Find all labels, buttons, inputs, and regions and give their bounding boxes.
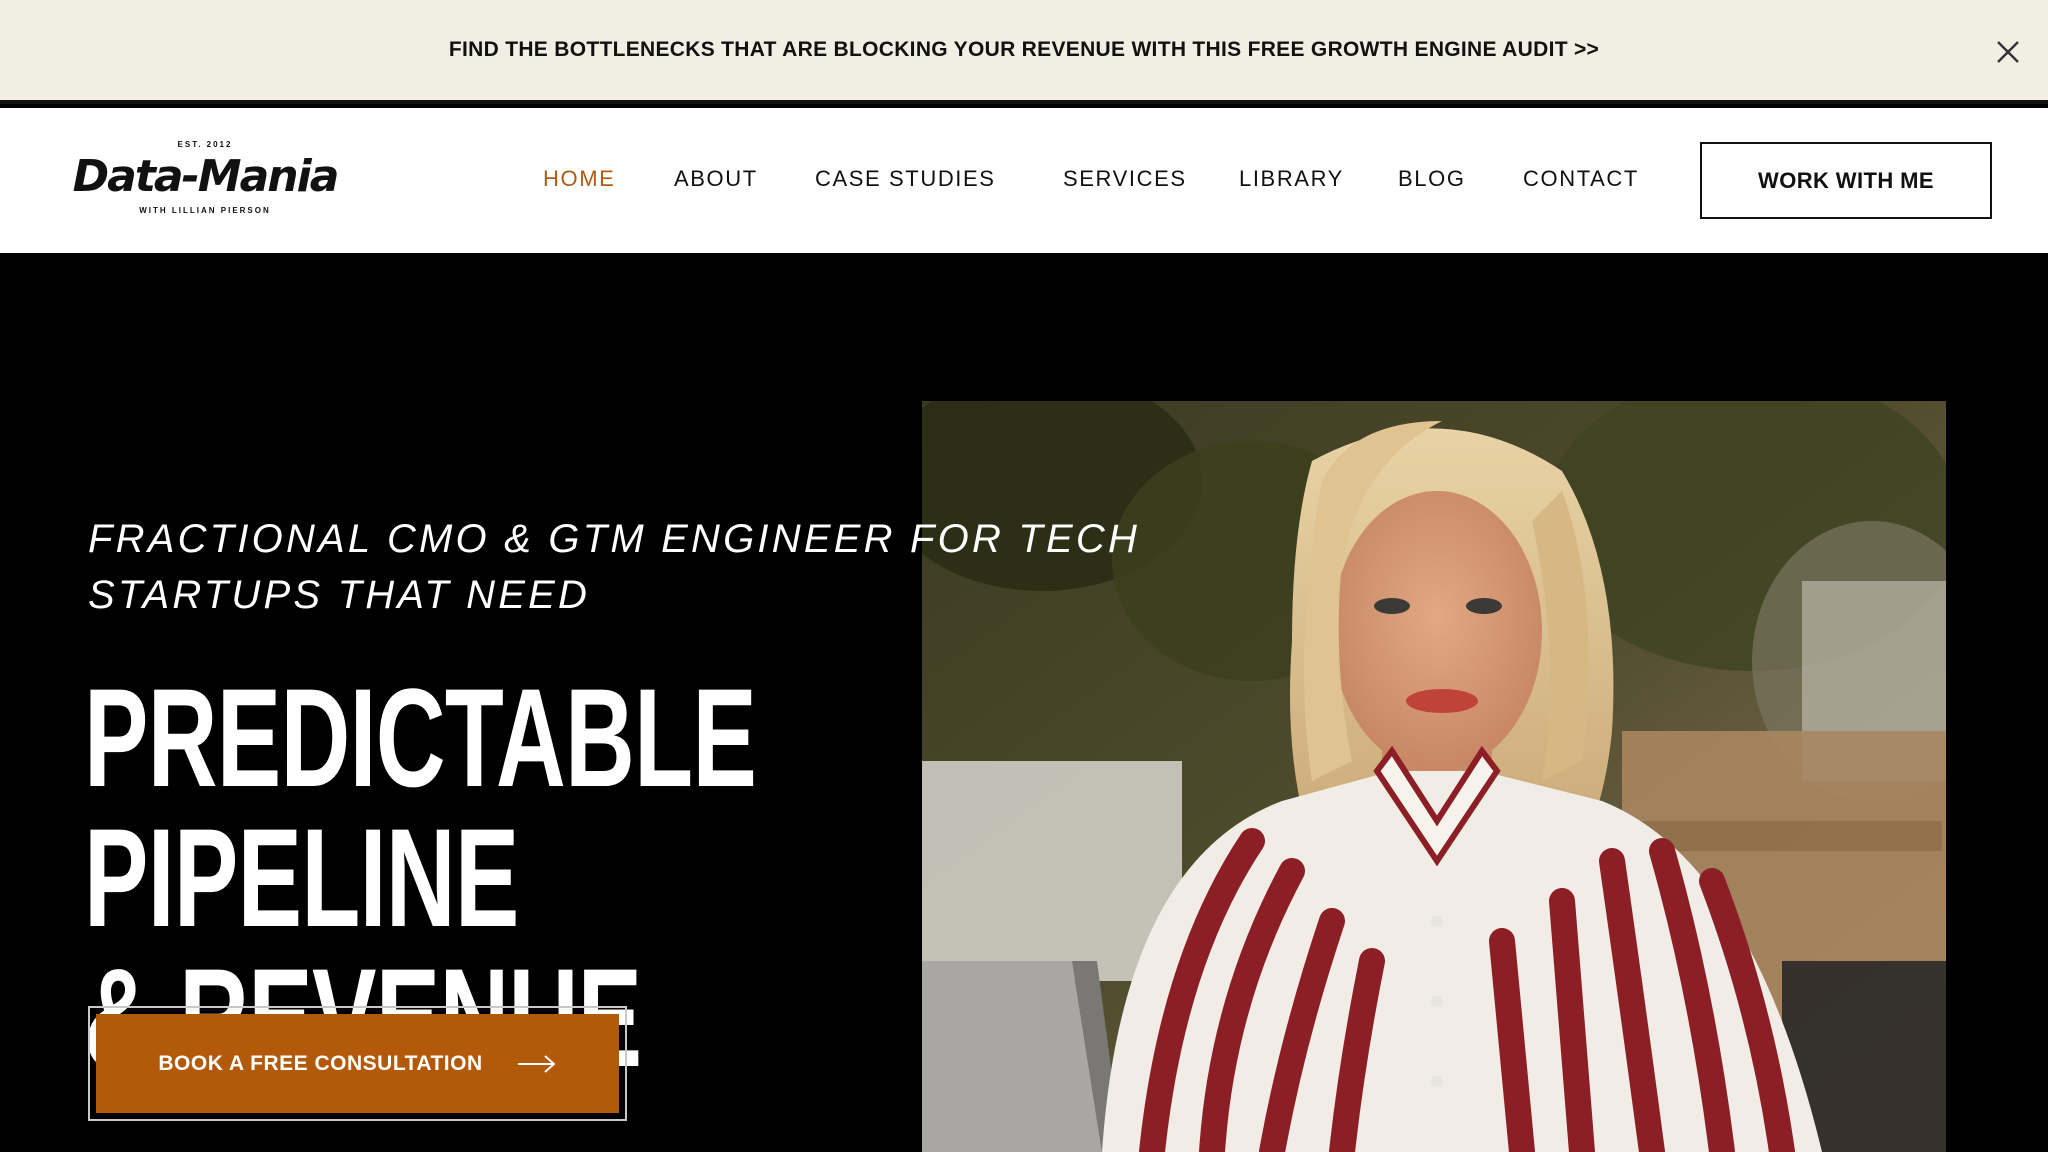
nav-blog[interactable]: BLOG: [1398, 166, 1466, 192]
announcement-bar: FIND THE BOTTLENECKS THAT ARE BLOCKING Y…: [0, 0, 2048, 104]
close-icon[interactable]: [1990, 34, 2026, 70]
work-with-me-button[interactable]: WORK WITH ME: [1700, 142, 1992, 219]
hero-section: FRACTIONAL CMO & GTM ENGINEER FOR TECH S…: [0, 253, 2048, 1152]
nav-home[interactable]: HOME: [543, 166, 615, 192]
site-header: EST. 2012 Data-Mania WITH LILLIAN PIERSO…: [0, 108, 2048, 253]
logo-sub-text: WITH LILLIAN PIERSON: [139, 206, 271, 215]
site-logo[interactable]: EST. 2012 Data-Mania WITH LILLIAN PIERSO…: [72, 138, 340, 222]
nav-services[interactable]: SERVICES: [1063, 166, 1187, 192]
hero-eyebrow-line2: STARTUPS THAT NEED: [88, 573, 591, 617]
hero-eyebrow: FRACTIONAL CMO & GTM ENGINEER FOR TECH S…: [88, 511, 1188, 623]
logo-name-text: Data-Mania: [72, 151, 340, 202]
announcement-link[interactable]: FIND THE BOTTLENECKS THAT ARE BLOCKING Y…: [449, 38, 1599, 62]
nav-case-studies[interactable]: CASE STUDIES: [815, 166, 996, 192]
arrow-right-icon: [517, 1054, 556, 1073]
nav-library[interactable]: LIBRARY: [1239, 166, 1344, 192]
nav-contact[interactable]: CONTACT: [1523, 166, 1639, 192]
consultation-button-frame: BOOK A FREE CONSULTATION: [88, 1006, 627, 1121]
book-consultation-label: BOOK A FREE CONSULTATION: [158, 1051, 483, 1075]
logo-est-text: EST. 2012: [177, 140, 233, 149]
hero-eyebrow-line1: FRACTIONAL CMO & GTM ENGINEER FOR TECH: [88, 517, 1141, 561]
hero-headline-line1: PREDICTABLE PIPELINE: [84, 659, 757, 956]
nav-about[interactable]: ABOUT: [674, 166, 758, 192]
book-consultation-button[interactable]: BOOK A FREE CONSULTATION: [96, 1014, 619, 1113]
